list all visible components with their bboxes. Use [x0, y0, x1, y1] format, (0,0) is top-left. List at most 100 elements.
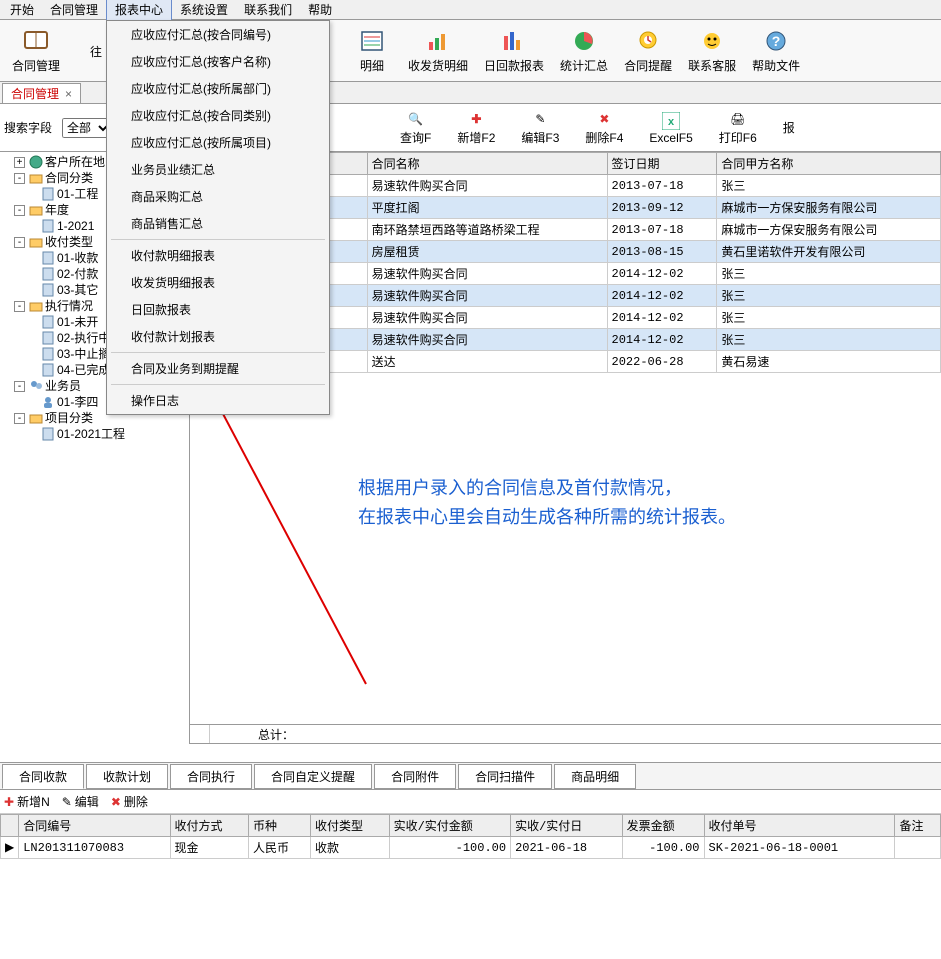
dropdown-item[interactable]: 应收应付汇总(按所属部门) [107, 75, 329, 102]
tree-toggle-icon[interactable]: - [14, 237, 25, 248]
menu-help[interactable]: 帮助 [300, 0, 340, 20]
btab-custom-remind[interactable]: 合同自定义提醒 [254, 764, 372, 789]
table-row[interactable]: ▶ LN201311070083 现金 人民币 收款 -100.00 2021-… [1, 837, 941, 859]
dropdown-item[interactable]: 应收应付汇总(按合同编号) [107, 21, 329, 48]
tree-toggle-icon[interactable]: - [14, 205, 25, 216]
tool-contract-mgmt[interactable]: 合同管理 [4, 23, 68, 78]
tool-stats[interactable]: 统计汇总 [552, 23, 616, 78]
btab-receipt[interactable]: 合同收款 [2, 764, 84, 789]
grid-column-header[interactable]: 合同名称 [367, 153, 607, 175]
dropdown-separator [111, 239, 325, 240]
btab-product[interactable]: 商品明细 [554, 764, 636, 789]
doc-icon [41, 187, 55, 201]
book-icon [22, 27, 50, 55]
bgrid-column-header[interactable]: 收付类型 [311, 815, 390, 837]
cell-b-invoice: -100.00 [622, 837, 704, 859]
tab-label: 合同管理 [11, 85, 59, 102]
tree-label: 1-2021 [57, 218, 94, 234]
btn-b-add[interactable]: ✚新增N [4, 793, 50, 810]
btn-b-edit[interactable]: ✎编辑 [62, 793, 99, 810]
tree-toggle-icon[interactable]: + [14, 157, 25, 168]
cell-contract-name: 房屋租赁 [367, 241, 607, 263]
dropdown-item[interactable]: 应收应付汇总(按合同类别) [107, 102, 329, 129]
bgrid-column-header[interactable]: 币种 [249, 815, 311, 837]
cell-party-a: 麻城市一方保安服务有限公司 [717, 197, 941, 219]
btab-attach[interactable]: 合同附件 [374, 764, 456, 789]
tree-label: 客户所在地 [45, 154, 105, 170]
bgrid-column-header[interactable]: 实收/实付日 [511, 815, 623, 837]
grid-column-header[interactable]: 签订日期 [607, 153, 717, 175]
btn-report[interactable]: 报 [773, 117, 805, 138]
bgrid-column-header[interactable]: 发票金额 [622, 815, 704, 837]
btab-scan[interactable]: 合同扫描件 [458, 764, 552, 789]
tool-shipment[interactable]: 收发货明细 [400, 23, 476, 78]
folder-icon [29, 171, 43, 185]
cell-party-a: 张三 [717, 263, 941, 285]
tree-toggle-icon[interactable]: - [14, 413, 25, 424]
cell-b-amount: -100.00 [389, 837, 511, 859]
menu-contact[interactable]: 联系我们 [236, 0, 300, 20]
dropdown-item[interactable]: 应收应付汇总(按客户名称) [107, 48, 329, 75]
btn-print[interactable]: 🖨打印F6 [709, 107, 767, 148]
btn-excel[interactable]: xExcelF5 [639, 109, 702, 147]
dropdown-item[interactable]: 合同及业务到期提醒 [107, 355, 329, 382]
menu-reports[interactable]: 报表中心 [106, 0, 172, 21]
dropdown-item[interactable]: 收发货明细报表 [107, 269, 329, 296]
cell-contract-name: 易速软件购买合同 [367, 285, 607, 307]
dropdown-item[interactable]: 收付款计划报表 [107, 323, 329, 350]
tool-detail[interactable]: 明细 [344, 23, 400, 78]
delete-icon: ✖ [111, 795, 121, 809]
tool-support[interactable]: 联系客服 [680, 23, 744, 78]
close-icon[interactable]: × [65, 87, 72, 101]
bell-icon [634, 27, 662, 55]
btab-exec[interactable]: 合同执行 [170, 764, 252, 789]
bgrid-column-header[interactable]: 实收/实付金额 [389, 815, 511, 837]
cell-sign-date: 2013-07-18 [607, 219, 717, 241]
tool-daily-report[interactable]: 日回款报表 [476, 23, 552, 78]
summary-label: 总计： [210, 726, 294, 743]
dropdown-item[interactable]: 业务员业绩汇总 [107, 156, 329, 183]
tree-label: 01-2021工程 [57, 426, 125, 442]
bottom-grid[interactable]: 合同编号收付方式币种收付类型实收/实付金额实收/实付日发票金额收付单号备注 ▶ … [0, 814, 941, 859]
search-field-select[interactable]: 全部 [62, 118, 112, 138]
tree-leaf[interactable]: 01-2021工程 [28, 426, 189, 442]
menu-contract[interactable]: 合同管理 [42, 0, 106, 20]
btn-b-delete[interactable]: ✖删除 [111, 793, 148, 810]
dropdown-item[interactable]: 操作日志 [107, 387, 329, 414]
btn-edit[interactable]: ✎编辑F3 [511, 107, 569, 148]
search-label: 搜索字段 [4, 119, 56, 136]
tab-contract-mgmt[interactable]: 合同管理 × [2, 83, 81, 103]
dropdown-item[interactable]: 应收应付汇总(按所属项目) [107, 129, 329, 156]
tree-label: 01-收款 [57, 250, 98, 266]
dropdown-item[interactable]: 日回款报表 [107, 296, 329, 323]
tree-label: 收付类型 [45, 234, 93, 250]
dropdown-item[interactable]: 商品采购汇总 [107, 183, 329, 210]
bgrid-column-header[interactable]: 备注 [895, 815, 941, 837]
menu-start[interactable]: 开始 [2, 0, 42, 20]
svg-text:?: ? [772, 33, 781, 49]
globe-icon [29, 155, 43, 169]
grid-column-header[interactable]: 合同甲方名称 [717, 153, 941, 175]
tool-helpfile[interactable]: ? 帮助文件 [744, 23, 808, 78]
dropdown-separator [111, 384, 325, 385]
folder-icon [29, 411, 43, 425]
cell-sign-date: 2013-07-18 [607, 175, 717, 197]
bgrid-column-header[interactable]: 收付方式 [170, 815, 249, 837]
tree-toggle-icon[interactable]: - [14, 301, 25, 312]
btn-delete[interactable]: ✖删除F4 [575, 107, 633, 148]
bgrid-column-header[interactable]: 合同编号 [19, 815, 170, 837]
dropdown-item[interactable]: 收付款明细报表 [107, 242, 329, 269]
bgrid-column-header[interactable]: 收付单号 [704, 815, 895, 837]
tool-reminder[interactable]: 合同提醒 [616, 23, 680, 78]
tree-toggle-icon[interactable]: - [14, 381, 25, 392]
bottom-tabs: 合同收款 收款计划 合同执行 合同自定义提醒 合同附件 合同扫描件 商品明细 [0, 762, 941, 790]
dropdown-item[interactable]: 商品销售汇总 [107, 210, 329, 237]
doc-icon [41, 267, 55, 281]
btn-add[interactable]: ✚新增F2 [447, 107, 505, 148]
btab-plan[interactable]: 收款计划 [86, 764, 168, 789]
tree-label: 01-未开 [57, 314, 98, 330]
btn-query[interactable]: 🔍查询F [390, 107, 441, 148]
tree-toggle-icon[interactable]: - [14, 173, 25, 184]
cell-contract-name: 易速软件购买合同 [367, 307, 607, 329]
menu-settings[interactable]: 系统设置 [172, 0, 236, 20]
